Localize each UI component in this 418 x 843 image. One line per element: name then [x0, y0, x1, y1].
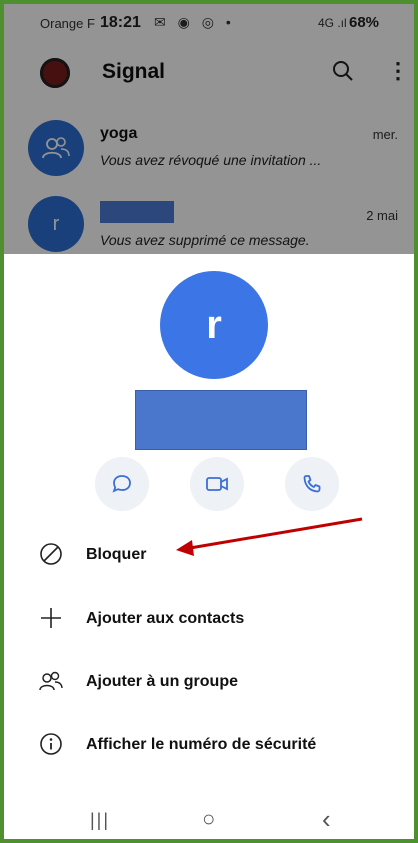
- annotation-arrow: [176, 517, 363, 556]
- phone-screen: Orange F 18:21 ✉ ◉ ◎ • 4G .ıl 68% Signal…: [0, 0, 418, 843]
